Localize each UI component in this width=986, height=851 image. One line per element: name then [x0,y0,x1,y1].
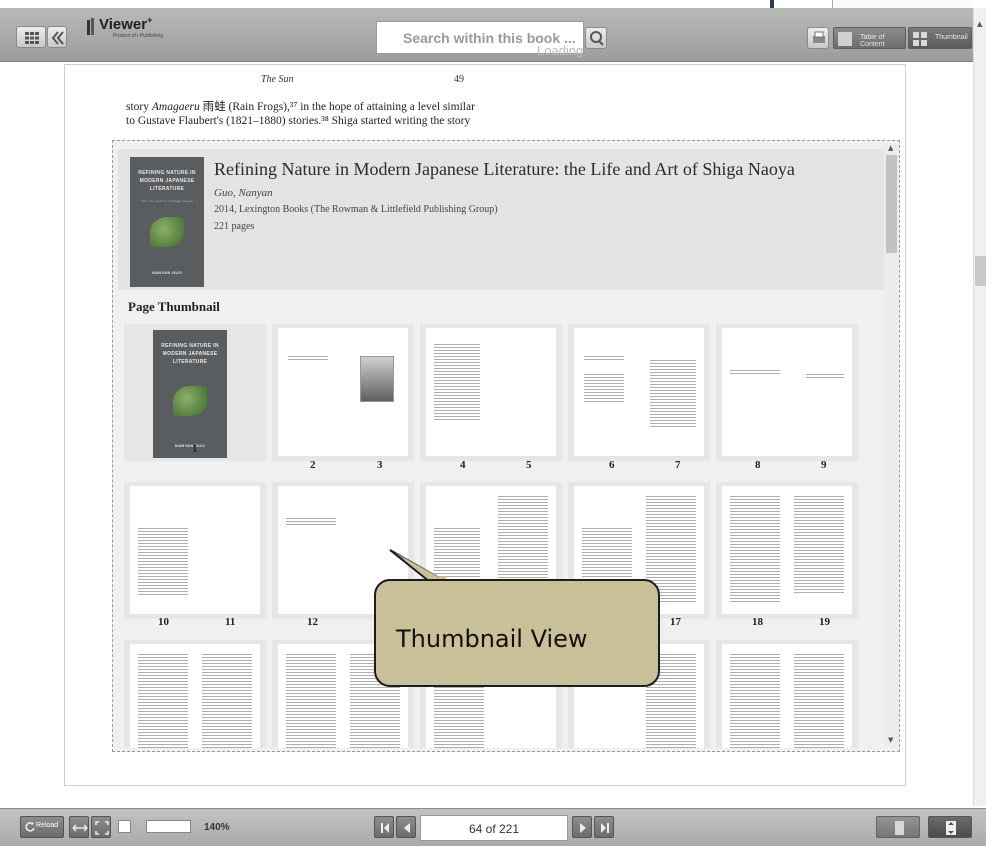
book-text-line-2: to Gustave Flaubert's (1821–1880) storie… [126,115,471,127]
next-page-icon [580,823,586,833]
print-icon [813,31,825,43]
portrait-image [360,356,394,402]
search-button[interactable] [585,27,607,49]
page-label: 10 [158,616,169,628]
viewer-logo: Viewer+ [99,15,153,33]
book-page-count: 221 pages [214,221,255,232]
scroll-mode-icon [946,821,956,835]
page-label: 8 [755,459,761,471]
panel-scroll-up-icon[interactable]: ▲ [888,144,893,152]
thumbnail-view-callout: Thumbnail View [374,579,660,687]
thumbnail-card[interactable] [716,482,858,619]
thumbnail-card[interactable] [124,482,266,619]
loading-text: Loading [537,43,584,58]
double-chevron-left-icon [51,31,64,45]
page-thumbnail-heading: Page Thumbnail [128,299,220,314]
page-label: 12 [307,616,318,628]
thumbnail-card[interactable] [716,640,858,748]
page-label: 7 [675,459,681,471]
book-cover-image: REFINING NATURE IN MODERN JAPANESE LITER… [130,157,204,287]
fit-width-button[interactable] [69,816,89,838]
book-text-line-1: story Amagaeru 雨蛙 (Rain Frogs),³⁷ in the… [126,101,475,113]
scroll-up-arrow-icon[interactable]: ▲ [977,20,982,28]
thumbnail-card[interactable] [716,324,858,461]
thumbnail-card[interactable] [568,324,710,461]
fullscreen-button[interactable] [91,816,111,838]
search-icon [590,31,604,46]
grid-icon [25,32,39,44]
next-page-button[interactable] [572,816,592,838]
book-title[interactable]: Refining Nature in Modern Japanese Liter… [214,159,795,180]
page-label: 9 [821,459,827,471]
thumbnail-panel-scroll-thumb[interactable] [886,155,897,253]
scroll-mode-button[interactable] [928,816,972,838]
first-page-icon [381,823,389,833]
logo-subtitle: Product of i-Publishing [113,33,164,39]
book-author: Guo, Nanyan [214,187,273,199]
page-label: 17 [670,616,681,628]
panel-scroll-down-icon[interactable]: ▼ [888,736,893,744]
thumbnail-card[interactable]: REFINING NATURE IN MODERN JAPANESE LITER… [124,324,266,461]
reload-icon [25,822,35,832]
viewer-logo-icon [87,18,94,35]
page-indicator[interactable]: 64 of 221 [420,815,568,841]
thumbnail-icon [913,32,927,46]
callout-text: Thumbnail View [396,625,588,653]
thumbnail-button[interactable]: Thumbnail [908,27,972,49]
first-page-button[interactable] [374,816,394,838]
last-page-icon [601,823,609,833]
page-label: 3 [377,459,383,471]
toc-icon [838,32,852,46]
outer-scroll-thumb[interactable] [975,256,986,286]
fullscreen-icon [95,821,109,835]
reload-label: Reload [36,822,59,829]
page-label: 19 [819,616,830,628]
zoom-slider[interactable] [146,820,191,833]
last-page-button[interactable] [594,816,614,838]
running-head: The Sun [261,74,294,85]
print-button[interactable] [807,27,829,49]
page-label: 1 [192,443,198,455]
prev-page-button[interactable] [396,816,416,838]
prev-page-icon [404,823,410,833]
page-label: 4 [460,459,466,471]
fit-width-icon [72,824,88,832]
single-page-icon [895,821,904,835]
page-label: 6 [609,459,615,471]
page-label: 18 [752,616,763,628]
thumbnail-card[interactable] [124,640,266,748]
page-label: 5 [526,459,532,471]
page-label: 2 [310,459,316,471]
outer-scrollbar[interactable]: ▲ ▼ [973,8,986,843]
page-number: 49 [454,74,464,85]
grid-menu-button[interactable] [16,26,46,48]
zoom-checkbox[interactable] [118,820,131,833]
book-publication: 2014, Lexington Books (The Rowman & Litt… [214,204,498,215]
page-label: 11 [225,616,236,628]
thumbnail-card[interactable] [272,324,414,461]
collapse-button[interactable] [47,26,67,48]
single-page-button[interactable] [876,816,920,838]
thumbnail-card[interactable] [420,324,562,461]
table-of-content-button[interactable]: Table of Content [833,27,906,49]
zoom-level: 140% [204,822,230,833]
callout-tail-cover [394,552,442,579]
